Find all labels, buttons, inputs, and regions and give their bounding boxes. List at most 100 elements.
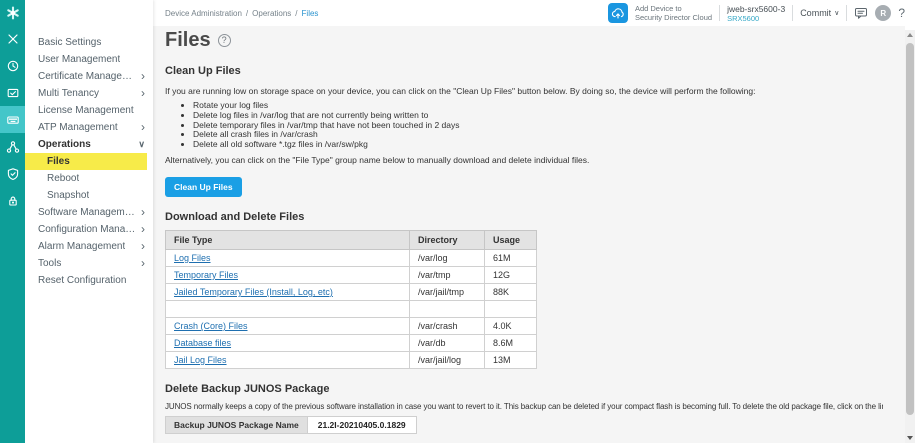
- temporary-files-link[interactable]: Temporary Files: [174, 270, 238, 280]
- sidebar-item-files[interactable]: Files: [25, 153, 147, 170]
- commit-dropdown[interactable]: Commit ∨: [800, 8, 839, 18]
- cleanup-alternative-text: Alternatively, you can click on the "Fil…: [165, 155, 883, 165]
- chevron-down-icon: ∨: [834, 9, 839, 17]
- sidebar-item-certificate-management[interactable]: Certificate Management›: [25, 68, 153, 85]
- usage-cell: 8.6M: [485, 334, 537, 351]
- security-director-cloud-icon[interactable]: [608, 3, 628, 23]
- usage-cell: 88K: [485, 283, 537, 300]
- sidebar-item-operations[interactable]: Operations∨: [25, 136, 153, 153]
- network-share-icon[interactable]: [0, 133, 25, 160]
- sidebar-item-atp-management[interactable]: ATP Management›: [25, 119, 153, 136]
- column-header-usage: Usage: [485, 230, 537, 249]
- juniper-logo-icon[interactable]: [0, 0, 25, 25]
- empty-cell: [410, 300, 485, 317]
- divider: [792, 5, 793, 21]
- breadcrumb: Device Administration / Operations / Fil…: [165, 9, 318, 18]
- sidebar-item-configuration-management[interactable]: Configuration Manage...›: [25, 221, 153, 238]
- chevron-right-icon: ›: [141, 204, 145, 221]
- vertical-scrollbar[interactable]: [905, 30, 915, 443]
- sidebar-item-reset-configuration[interactable]: Reset Configuration: [25, 272, 153, 289]
- directory-cell: /var/db: [410, 334, 485, 351]
- sidebar-item-user-management[interactable]: User Management: [25, 51, 153, 68]
- sidebar-item-reboot[interactable]: Reboot: [25, 170, 153, 187]
- cleanup-bullet: Delete all old software *.tgz files in /…: [193, 140, 883, 150]
- icon-strip: [0, 0, 25, 443]
- table-row-empty: [166, 300, 537, 317]
- lock-icon[interactable]: [0, 187, 25, 214]
- sidebar-item-software-management[interactable]: Software Management›: [25, 204, 153, 221]
- security-shield-icon[interactable]: [0, 160, 25, 187]
- sidebar-menu: Basic Settings User Management Certifica…: [25, 0, 153, 443]
- usage-cell: 12G: [485, 266, 537, 283]
- directory-cell: /var/jail/tmp: [410, 283, 485, 300]
- table-header-row: File Type Directory Usage: [166, 230, 537, 249]
- files-table: File Type Directory Usage Log Files /var…: [165, 230, 537, 369]
- breadcrumb-separator: /: [295, 9, 297, 18]
- chevron-right-icon: ›: [141, 221, 145, 238]
- clean-up-files-button[interactable]: Clean Up Files: [165, 177, 242, 197]
- table-row: Jail Log Files /var/jail/log 13M: [166, 351, 537, 368]
- user-avatar[interactable]: R: [875, 5, 891, 21]
- table-row: Jailed Temporary Files (Install, Log, et…: [166, 283, 537, 300]
- scrollbar-down-arrow-icon[interactable]: [905, 433, 915, 443]
- cleanup-bullet-list: Rotate your log files Delete log files i…: [165, 101, 883, 150]
- cleanup-intro-text: If you are running low on storage space …: [165, 86, 883, 96]
- page-title: Files: [165, 29, 211, 52]
- jweb-app-window: Basic Settings User Management Certifica…: [0, 0, 915, 443]
- device-info: jweb-srx5600-3 SRX5600: [727, 4, 785, 23]
- sidebar-item-basic-settings[interactable]: Basic Settings: [25, 34, 153, 51]
- device-administration-icon[interactable]: [0, 106, 25, 133]
- table-row: Crash (Core) Files /var/crash 4.0K: [166, 317, 537, 334]
- cleanup-section-heading: Clean Up Files: [165, 65, 883, 77]
- directory-cell: /var/crash: [410, 317, 485, 334]
- usage-cell: 13M: [485, 351, 537, 368]
- scrollbar-up-arrow-icon[interactable]: [905, 30, 915, 40]
- report-mail-icon[interactable]: [0, 79, 25, 106]
- sidebar-item-multi-tenancy[interactable]: Multi Tenancy›: [25, 85, 153, 102]
- main-content: Files ? Clean Up Files If you are runnin…: [153, 26, 905, 443]
- crash-core-files-link[interactable]: Crash (Core) Files: [174, 321, 248, 331]
- scrollbar-thumb[interactable]: [906, 43, 914, 415]
- backup-package-name-label: Backup JUNOS Package Name: [166, 417, 308, 433]
- table-row: Database files /var/db 8.6M: [166, 334, 537, 351]
- sidebar-item-alarm-management[interactable]: Alarm Management›: [25, 238, 153, 255]
- chevron-right-icon: ›: [141, 85, 145, 102]
- sidebar-item-snapshot[interactable]: Snapshot: [25, 187, 153, 204]
- feedback-icon[interactable]: [854, 7, 868, 20]
- header-actions: Add Device to Security Director Cloud jw…: [608, 3, 905, 23]
- backup-description-text: JUNOS normally keeps a copy of the previ…: [165, 402, 883, 411]
- table-row: Temporary Files /var/tmp 12G: [166, 266, 537, 283]
- sidebar-item-license-management[interactable]: License Management: [25, 102, 153, 119]
- title-help-icon[interactable]: ?: [218, 34, 231, 47]
- add-device-link[interactable]: Add Device to Security Director Cloud: [635, 4, 712, 22]
- device-model-link[interactable]: SRX5600: [727, 14, 785, 23]
- jail-log-files-link[interactable]: Jail Log Files: [174, 355, 227, 365]
- chevron-down-icon: ∨: [138, 136, 145, 153]
- help-icon[interactable]: ?: [898, 6, 905, 20]
- backup-section-heading: Delete Backup JUNOS Package: [165, 383, 883, 395]
- directory-cell: /var/tmp: [410, 266, 485, 283]
- chevron-right-icon: ›: [141, 255, 145, 272]
- top-header: Device Administration / Operations / Fil…: [153, 0, 915, 26]
- usage-cell: 4.0K: [485, 317, 537, 334]
- close-icon[interactable]: [0, 25, 25, 52]
- monitor-clock-icon[interactable]: [0, 52, 25, 79]
- empty-cell: [166, 300, 410, 317]
- breadcrumb-device-administration[interactable]: Device Administration: [165, 9, 242, 18]
- jailed-temporary-files-link[interactable]: Jailed Temporary Files (Install, Log, et…: [174, 287, 333, 297]
- directory-cell: /var/jail/log: [410, 351, 485, 368]
- chevron-right-icon: ›: [141, 68, 145, 85]
- breadcrumb-files[interactable]: Files: [302, 9, 319, 18]
- divider: [719, 5, 720, 21]
- chevron-right-icon: ›: [141, 238, 145, 255]
- column-header-file-type: File Type: [166, 230, 410, 249]
- breadcrumb-operations[interactable]: Operations: [252, 9, 291, 18]
- backup-package-value-link[interactable]: 21.2I-20210405.0.1829: [308, 417, 416, 433]
- database-files-link[interactable]: Database files: [174, 338, 231, 348]
- log-files-link[interactable]: Log Files: [174, 253, 211, 263]
- backup-package-row: Backup JUNOS Package Name 21.2I-20210405…: [165, 416, 417, 434]
- breadcrumb-separator: /: [246, 9, 248, 18]
- sidebar-item-tools[interactable]: Tools›: [25, 255, 153, 272]
- directory-cell: /var/log: [410, 249, 485, 266]
- usage-cell: 61M: [485, 249, 537, 266]
